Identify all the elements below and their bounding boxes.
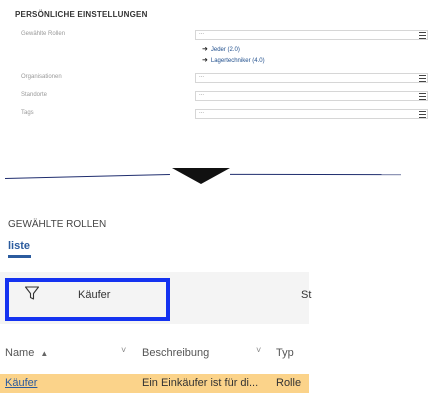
chevron-down-icon[interactable]: ˅ [256, 345, 261, 355]
tags-field-value: ... [199, 109, 205, 115]
organisations-field-value: ... [199, 73, 205, 79]
organisations-field[interactable]: ... [195, 73, 428, 83]
tags-field[interactable]: ... [195, 109, 428, 119]
tags-label: Tags [21, 110, 34, 116]
hamburger-menu-icon[interactable] [417, 30, 427, 40]
role-item[interactable]: ➜ Jeder (2.0) [202, 45, 240, 53]
hamburger-menu-icon[interactable] [417, 109, 427, 119]
arrow-right-icon: ➜ [202, 46, 208, 53]
hamburger-menu-icon[interactable] [417, 91, 427, 101]
roles-field-value: ... [199, 30, 205, 36]
locations-field-value: ... [199, 91, 205, 97]
settings-title: PERSÖNLICHE EINSTELLUNGEN [15, 10, 148, 19]
arrow-right-icon: ➜ [202, 57, 208, 64]
column-header-label: Name [5, 347, 35, 359]
row-type: Rolle [276, 377, 302, 389]
tab-liste[interactable]: liste [8, 240, 30, 252]
tab-active-indicator [8, 255, 31, 258]
chevron-down-icon[interactable]: ˅ [121, 345, 126, 355]
arrow-down-icon [172, 168, 230, 184]
roles-label: Gewählte Rollen [21, 31, 66, 37]
roles-field[interactable]: ... [195, 30, 428, 40]
toolbar-cut-text: St [301, 289, 312, 301]
row-name-link[interactable]: Käufer [5, 377, 37, 389]
role-item[interactable]: ➜ Lagertechniker (4.0) [202, 56, 265, 64]
role-item-label: Lagertechniker (4.0) [210, 58, 265, 64]
divider-line [4, 173, 170, 179]
locations-field[interactable]: ... [195, 91, 428, 101]
sort-ascending-icon: ▲ [40, 349, 49, 358]
column-header-type[interactable]: Typ [276, 347, 294, 359]
column-header-name[interactable]: Name ▲ [5, 347, 48, 359]
hamburger-menu-icon[interactable] [417, 73, 427, 83]
organisations-label: Organisationen [21, 74, 62, 80]
role-item-label: Jeder (2.0) [210, 47, 240, 53]
row-description: Ein Einkäufer ist für di... [142, 377, 259, 389]
locations-label: Standorte [21, 92, 48, 98]
panel-title: GEWÄHLTE ROLLEN [8, 219, 107, 230]
filter-value: Käufer [78, 289, 111, 301]
column-header-description[interactable]: Beschreibung [142, 347, 209, 359]
divider-line [229, 173, 402, 176]
filter-icon[interactable] [24, 285, 40, 301]
